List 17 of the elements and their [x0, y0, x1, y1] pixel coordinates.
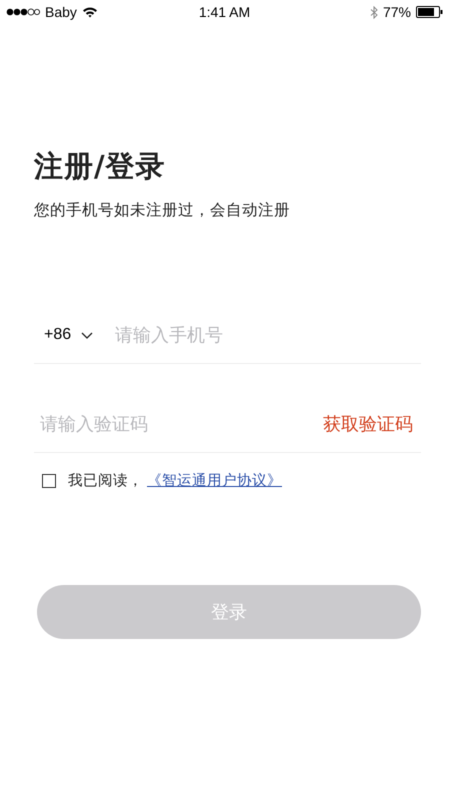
bluetooth-icon [370, 6, 378, 18]
agreement-checkbox[interactable] [42, 474, 56, 488]
phone-input-field[interactable]: 请输入手机号 [115, 324, 421, 346]
subtitle: 您的手机号如未注册过，会自动注册 [34, 200, 291, 221]
battery-icon [416, 6, 443, 18]
code-input-field[interactable]: 请输入验证码 [34, 414, 323, 434]
wifi-icon [82, 6, 98, 18]
chevron-down-icon [81, 332, 94, 338]
get-code-button[interactable]: 获取验证码 [323, 412, 413, 436]
country-code-selector[interactable]: +86 [34, 326, 94, 344]
battery-percent: 77% [382, 4, 411, 20]
carrier-name: Baby [45, 4, 77, 20]
agreement-link[interactable]: 《智运通用户协议》 [147, 471, 282, 490]
page-title: 注册/登录 [34, 148, 167, 185]
signal-icon [6, 8, 40, 16]
agreement-text: 我已阅读， [68, 472, 143, 490]
clock-time: 1:41 AM [198, 4, 250, 20]
